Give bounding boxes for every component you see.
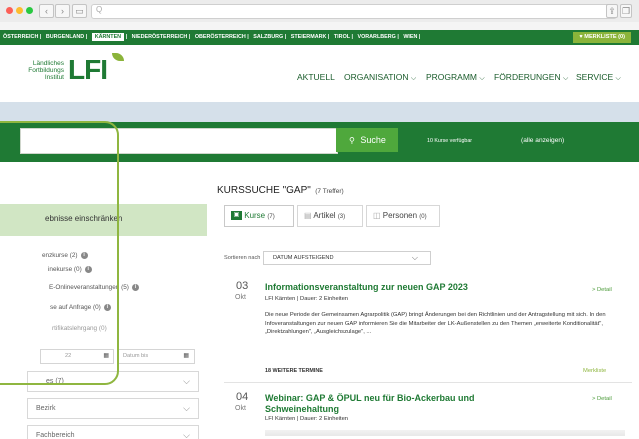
chevron-down-icon: ⌵: [183, 376, 190, 386]
region-item[interactable]: NIEDERÖSTERREICH: [132, 34, 188, 40]
event-detail-link[interactable]: > Detail: [592, 287, 612, 293]
back-icon[interactable]: ‹: [39, 4, 54, 18]
article-icon: ▤: [304, 211, 312, 220]
person-icon: ◫: [373, 211, 381, 220]
zoom-window-dot[interactable]: [26, 7, 33, 14]
close-window-dot[interactable]: [6, 7, 13, 14]
nav-foerderungen[interactable]: FÖRDERUNGEN ⌵: [494, 72, 568, 83]
nav-organisation[interactable]: ORGANISATION ⌵: [344, 72, 416, 83]
region-item[interactable]: BURGENLAND: [46, 34, 84, 40]
nav-label: ORGANISATION: [344, 72, 409, 82]
event-description-cut: [265, 430, 625, 436]
event-title-line-2[interactable]: Schweinehaltung: [265, 404, 339, 414]
logo-line-1: Ländliches: [32, 60, 64, 67]
nav-label: PROGRAMM: [426, 72, 477, 82]
show-all-link[interactable]: (alle anzeigen): [521, 137, 564, 144]
event-day: 03: [236, 280, 249, 292]
logo-line-2: Fortbildungs: [28, 67, 64, 74]
search-button-label: Suche: [360, 135, 386, 145]
region-item[interactable]: ÖSTERREICH: [3, 34, 38, 40]
fachbereich-dropdown[interactable]: Fachbereich ⌵: [27, 425, 199, 439]
tab-label: Personen: [382, 211, 418, 220]
browser-window: ‹ › ▭ Q ⇪ ❐ ÖSTERREICH | BURGENLAND | KÄ…: [0, 0, 639, 439]
tab-label: Artikel: [313, 211, 336, 220]
sort-label: Sortieren nach: [224, 255, 261, 261]
tab-label: Kurse: [244, 211, 266, 220]
highlight-frame: [0, 121, 119, 385]
tab-kurse[interactable]: ▣ Kurse (7): [224, 205, 294, 227]
event-title[interactable]: Informationsveranstaltung zur neuen GAP …: [265, 282, 468, 292]
course-count: 10 Kurse verfügbar: [427, 138, 473, 144]
logo-text[interactable]: Ländliches Fortbildungs Institut: [13, 60, 64, 81]
event-description: Die neue Periode der Gemeinsamen Agrarpo…: [265, 312, 606, 335]
logo-mark[interactable]: LFI: [68, 54, 108, 86]
share-icon[interactable]: ⇪: [606, 4, 618, 18]
merkliste-button[interactable]: ♥ MERKLISTE (0): [573, 32, 631, 43]
nav-label: SERVICE: [576, 72, 614, 82]
event-subtitle: LFI Kärnten | Dauer: 2 Einheiten: [265, 416, 349, 422]
bezirk-dropdown[interactable]: Bezirk ⌵: [27, 398, 199, 419]
nav-aktuell[interactable]: AKTUELL: [297, 72, 335, 82]
region-item[interactable]: WIEN: [403, 34, 417, 40]
date-to-placeholder: Datum bis: [123, 353, 149, 359]
date-to-field[interactable]: Datum bis ▦: [117, 349, 195, 364]
more-dates-link[interactable]: 18 WEITERE TERMINE: [265, 368, 323, 374]
tab-count: (7): [267, 214, 275, 220]
toolbar-gap: [0, 22, 639, 30]
region-bar: ÖSTERREICH | BURGENLAND | KÄRNTEN | NIED…: [0, 30, 639, 45]
courses-icon: ▣: [231, 211, 242, 221]
event-subtitle: LFI Kärnten | Dauer: 2 Einheiten: [265, 296, 349, 302]
chevron-down-icon: ⌵: [183, 430, 190, 439]
chevron-down-icon: ⌵: [562, 75, 569, 82]
info-icon[interactable]: i: [131, 284, 139, 291]
tabs-icon[interactable]: ❐: [620, 4, 632, 18]
chevron-down-icon: ⌵: [411, 253, 418, 262]
sort-dropdown[interactable]: DATUM AUFSTEIGEND ⌵: [263, 251, 431, 265]
results-title: KURSSUCHE "GAP" (7 Treffer): [217, 180, 344, 198]
results-title-text: KURSSUCHE "GAP": [217, 185, 311, 196]
dropdown-value: Bezirk: [36, 405, 56, 412]
event-detail-link[interactable]: > Detail: [592, 396, 612, 402]
tab-count: (3): [337, 214, 346, 220]
chevron-down-icon: ⌵: [183, 403, 190, 413]
event-day: 04: [236, 391, 249, 403]
event-month: Okt: [235, 405, 246, 412]
region-item[interactable]: OBERÖSTERREICH: [195, 34, 246, 40]
decorative-stripe: [0, 102, 639, 122]
results-count: (7 Treffer): [315, 188, 344, 195]
logo-line-3: Institut: [44, 74, 64, 81]
region-item-active[interactable]: KÄRNTEN: [91, 33, 125, 41]
search-button[interactable]: ⚲ Suche: [336, 128, 398, 152]
dropdown-value: Fachbereich: [36, 432, 75, 439]
sidebar-toggle-icon[interactable]: ▭: [72, 4, 87, 18]
region-item[interactable]: VORARLBERG: [357, 34, 395, 40]
search-icon: ⚲: [349, 136, 355, 145]
tab-personen[interactable]: ◫ Personen (0): [366, 205, 440, 227]
forward-icon[interactable]: ›: [55, 4, 70, 18]
event-title-line-1[interactable]: Webinar: GAP & ÖPUL neu für Bio-Ackerbau…: [265, 393, 475, 403]
region-item[interactable]: TIROL: [334, 34, 350, 40]
nav-label: AKTUELL: [297, 72, 335, 82]
minimize-window-dot[interactable]: [16, 7, 23, 14]
nav-label: FÖRDERUNGEN: [494, 72, 561, 82]
nav-service[interactable]: SERVICE ⌵: [576, 72, 621, 83]
chevron-down-icon: ⌵: [615, 75, 621, 82]
event-separator: [224, 382, 632, 383]
calendar-icon[interactable]: ▦: [183, 350, 189, 363]
sort-value: DATUM AUFSTEIGEND: [273, 255, 334, 261]
nav-programm[interactable]: PROGRAMM ⌵: [426, 72, 485, 83]
chevron-down-icon: ⌵: [479, 75, 485, 82]
region-item[interactable]: SALZBURG: [253, 34, 283, 40]
tab-count: (0): [419, 214, 427, 220]
url-bar[interactable]: Q: [91, 4, 617, 19]
url-text: Q: [96, 5, 103, 14]
event-month: Okt: [235, 294, 246, 301]
browser-toolbar: ‹ › ▭ Q ⇪ ❐: [0, 0, 639, 23]
region-item[interactable]: STEIERMARK: [291, 34, 327, 40]
tab-artikel[interactable]: ▤ Artikel (3): [297, 205, 363, 227]
chevron-down-icon: ⌵: [410, 75, 417, 82]
merkliste-link[interactable]: Merkliste: [583, 368, 606, 374]
